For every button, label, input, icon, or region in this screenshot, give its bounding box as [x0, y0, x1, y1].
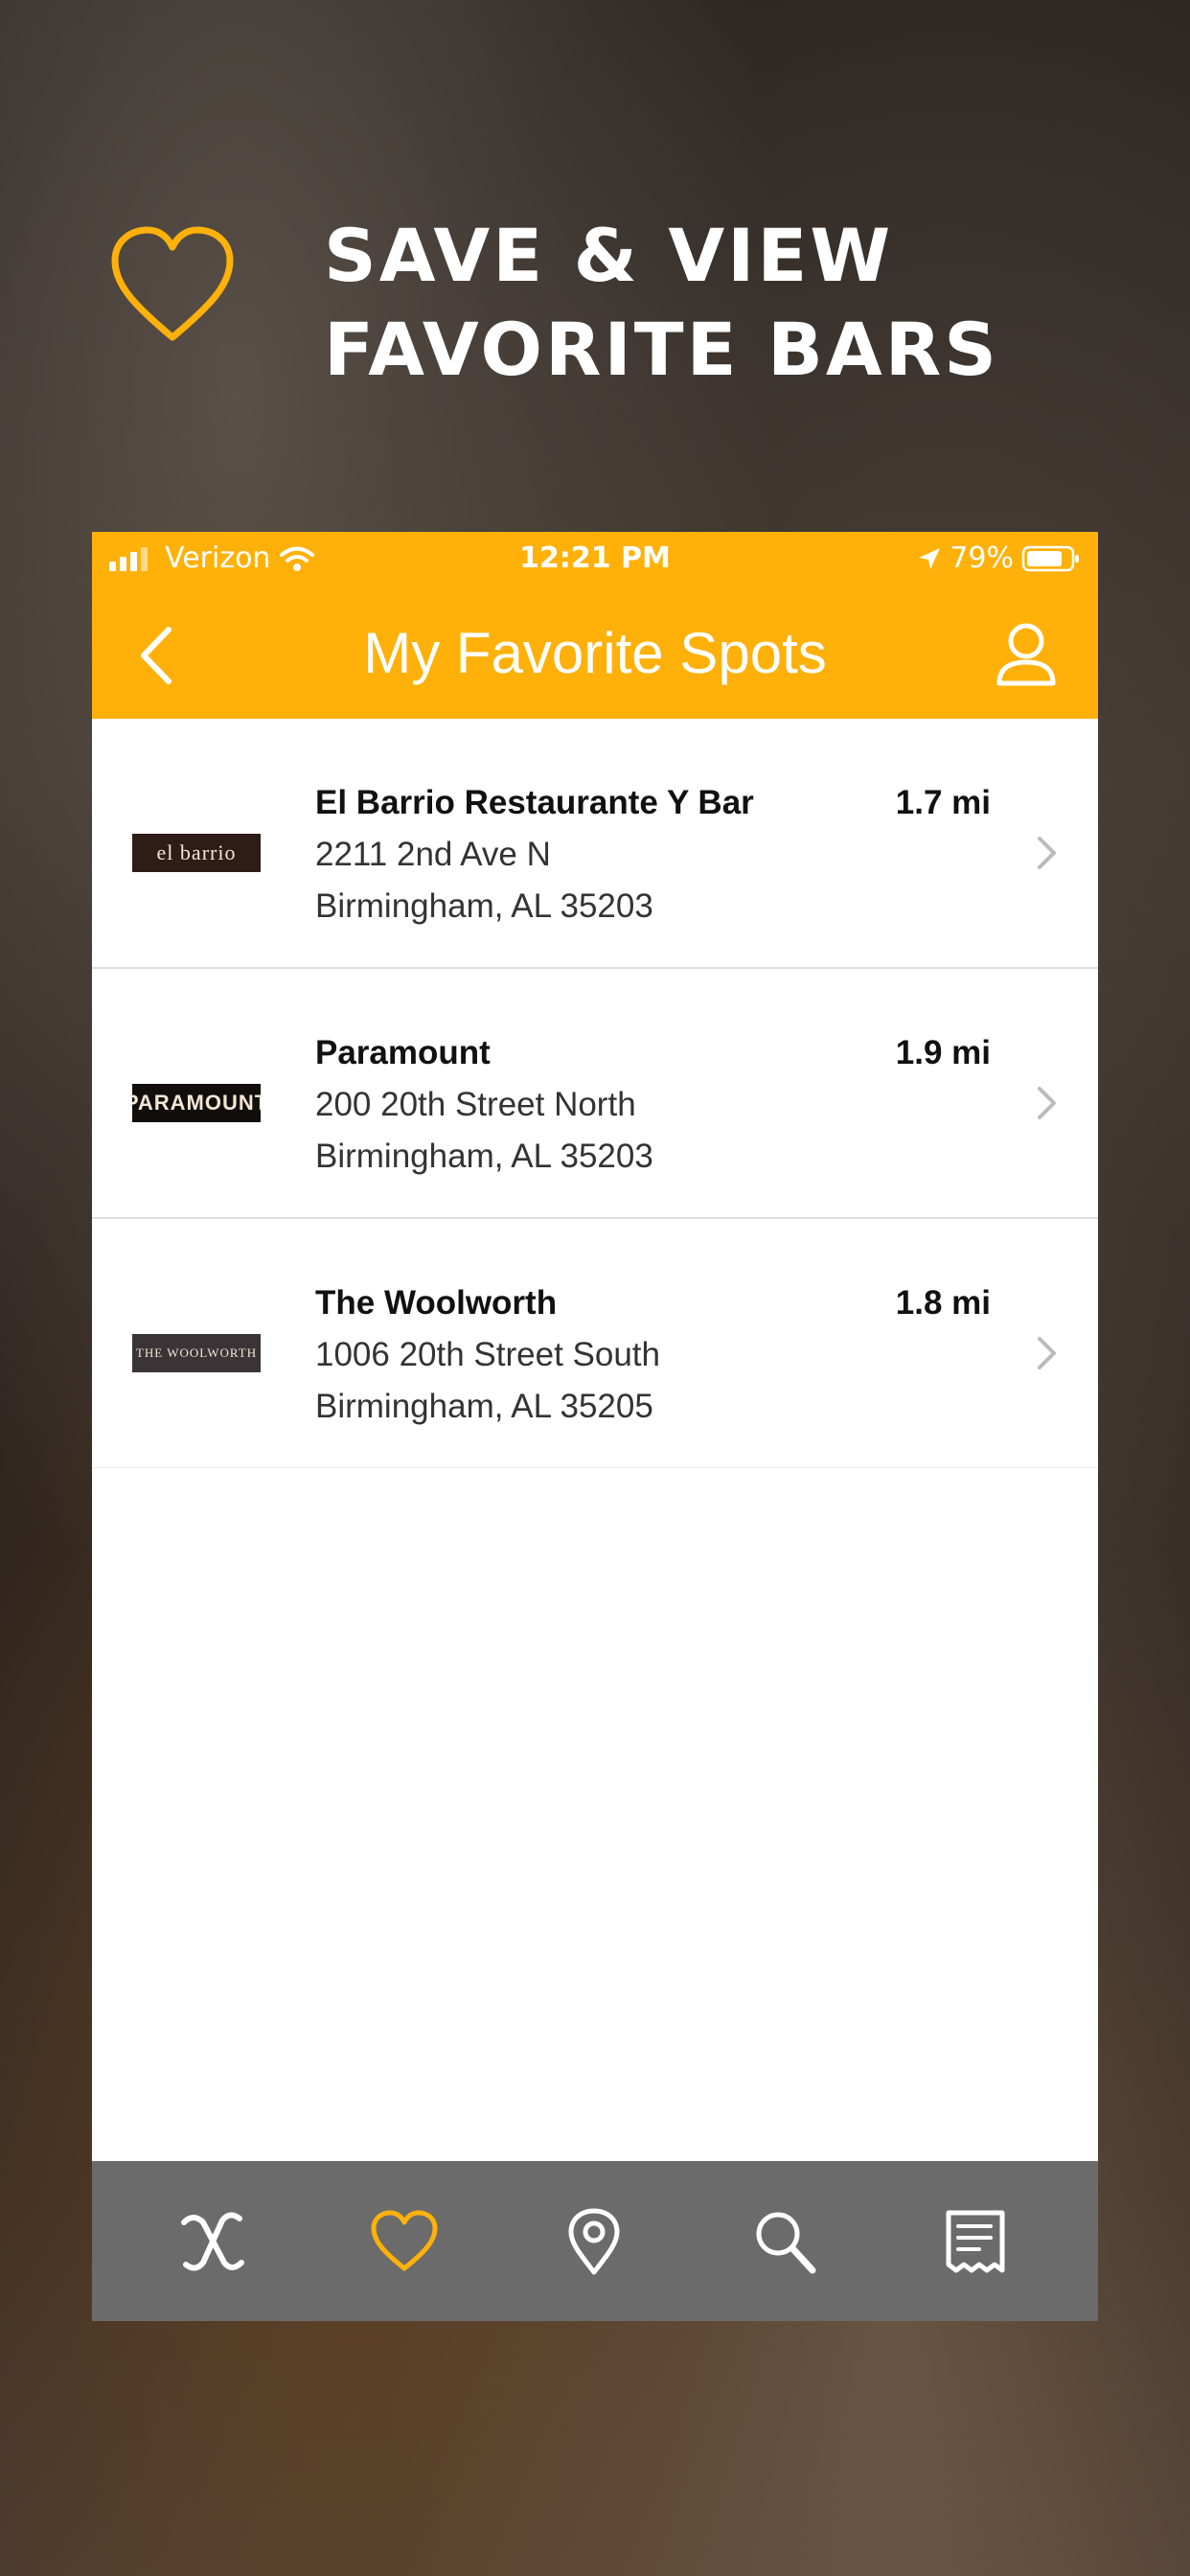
user-icon[interactable]: [995, 620, 1058, 687]
app-screen: Verizon 12:21 PM 79% My Favorite Spots e…: [92, 532, 1098, 2321]
map-pin-icon[interactable]: [558, 2207, 630, 2276]
venue-logo: THE WOOLWORTH: [132, 1334, 261, 1372]
chevron-right-icon: [1038, 1087, 1056, 1119]
list-item[interactable]: PARAMOUNT Paramount 200 20th Street Nort…: [92, 969, 1098, 1219]
venue-name: The Woolworth: [315, 1284, 558, 1322]
venue-logo: PARAMOUNT: [132, 1084, 261, 1122]
page-title: My Favorite Spots: [363, 621, 827, 685]
venue-distance: 1.9 mi: [895, 1034, 991, 1071]
venue-address: 2211 2nd Ave N: [315, 836, 551, 873]
venue-distance: 1.8 mi: [895, 1284, 991, 1322]
venue-name: El Barrio Restaurante Y Bar: [315, 784, 754, 821]
battery-percent: 79%: [950, 541, 1014, 575]
status-right: 79%: [917, 541, 1081, 575]
heart-outline-icon: [111, 226, 234, 341]
status-bar: Verizon 12:21 PM 79%: [92, 532, 1098, 589]
venue-logo: el barrio: [132, 834, 261, 872]
venue-name: Paramount: [315, 1034, 491, 1071]
tab-bar: [92, 2161, 1098, 2321]
venue-distance: 1.7 mi: [895, 784, 991, 821]
chevron-right-icon: [1038, 837, 1056, 869]
venue-address: 200 20th Street North: [315, 1086, 636, 1123]
venue-city: Birmingham, AL 35203: [315, 887, 653, 925]
receipt-icon[interactable]: [939, 2207, 1012, 2276]
heart-icon[interactable]: [368, 2207, 441, 2276]
list-item[interactable]: el barrio El Barrio Restaurante Y Bar 22…: [92, 719, 1098, 969]
promo-header: SAVE & VIEW FAVORITE BARS: [0, 0, 1190, 518]
favorites-list: el barrio El Barrio Restaurante Y Bar 22…: [92, 719, 1098, 1468]
chevron-right-icon: [1038, 1337, 1056, 1369]
venue-city: Birmingham, AL 35203: [315, 1138, 653, 1175]
list-item[interactable]: THE WOOLWORTH The Woolworth 1006 20th St…: [92, 1219, 1098, 1468]
promo-title: SAVE & VIEW FAVORITE BARS: [324, 213, 999, 392]
nav-bar: My Favorite Spots: [92, 589, 1098, 719]
venue-city: Birmingham, AL 35205: [315, 1388, 653, 1425]
venue-address: 1006 20th Street South: [315, 1336, 660, 1373]
location-arrow-icon: [919, 547, 941, 569]
battery-icon: [1021, 545, 1079, 571]
search-icon[interactable]: [749, 2207, 822, 2276]
x-logo-icon[interactable]: [176, 2207, 249, 2276]
